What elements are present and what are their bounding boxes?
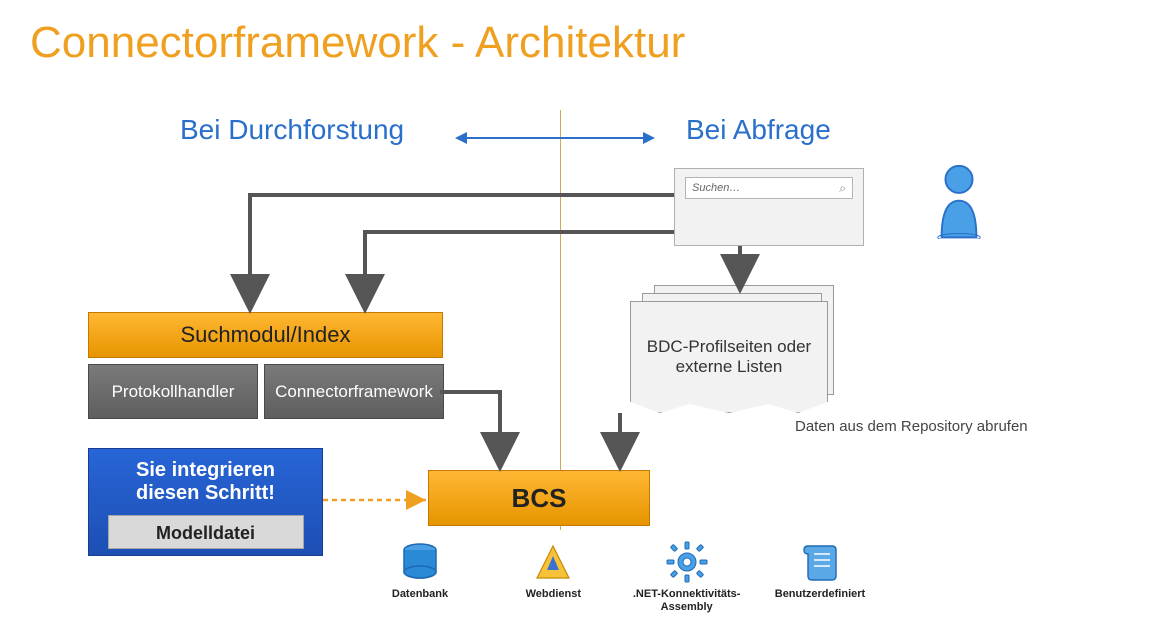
- dotnet-icon-col: .NET-Konnektivitäts-Assembly: [627, 540, 747, 630]
- dotnet-label: .NET-Konnektivitäts-Assembly: [627, 588, 747, 614]
- connector-framework-box: Connectorframework: [264, 364, 444, 419]
- custom-label: Benutzerdefiniert: [775, 588, 865, 601]
- custom-icon-col: Benutzerdefiniert: [760, 540, 880, 630]
- search-module-box: Suchmodul/Index: [88, 312, 443, 358]
- webservice-icon-col: Webdienst: [493, 540, 613, 630]
- integrate-step-box: Sie integrieren diesen Schritt! Modellda…: [88, 448, 323, 556]
- scroll-icon: [798, 540, 842, 584]
- subtitle-query: Bei Abfrage: [686, 114, 831, 146]
- repository-note: Daten aus dem Repository abrufen: [795, 418, 1028, 435]
- vertical-divider: [560, 110, 561, 530]
- data-source-icons: Datenbank Webdienst: [360, 540, 880, 630]
- integrate-line1: Sie integrieren: [89, 459, 322, 482]
- bdc-line2: externe Listen: [676, 357, 783, 377]
- bcs-box: BCS: [428, 470, 650, 526]
- user-icon: [930, 162, 988, 240]
- search-placeholder-text: Suchen…: [692, 182, 740, 194]
- search-input[interactable]: Suchen… ⌕: [685, 177, 853, 199]
- database-icon: [398, 540, 442, 584]
- database-icon-col: Datenbank: [360, 540, 480, 630]
- search-panel: Suchen… ⌕: [674, 168, 864, 246]
- webservice-label: Webdienst: [526, 588, 581, 601]
- model-file-box: Modelldatei: [108, 515, 304, 549]
- database-label: Datenbank: [392, 588, 448, 601]
- integrate-line2: diesen Schritt!: [89, 482, 322, 505]
- protocol-handler-box: Protokollhandler: [88, 364, 258, 419]
- bdc-pages-stack: BDC-Profilseiten oder externe Listen: [630, 285, 850, 415]
- page-title: Connectorframework - Architektur: [30, 18, 685, 68]
- gear-icon: [665, 540, 709, 584]
- bidirectional-arrow: [455, 128, 655, 148]
- magnifier-icon: ⌕: [839, 181, 846, 196]
- subtitle-crawl: Bei Durchforstung: [180, 114, 404, 146]
- webservice-icon: [531, 540, 575, 584]
- bdc-page-front: BDC-Profilseiten oder externe Listen: [630, 301, 828, 413]
- bdc-line1: BDC-Profilseiten oder: [647, 337, 811, 357]
